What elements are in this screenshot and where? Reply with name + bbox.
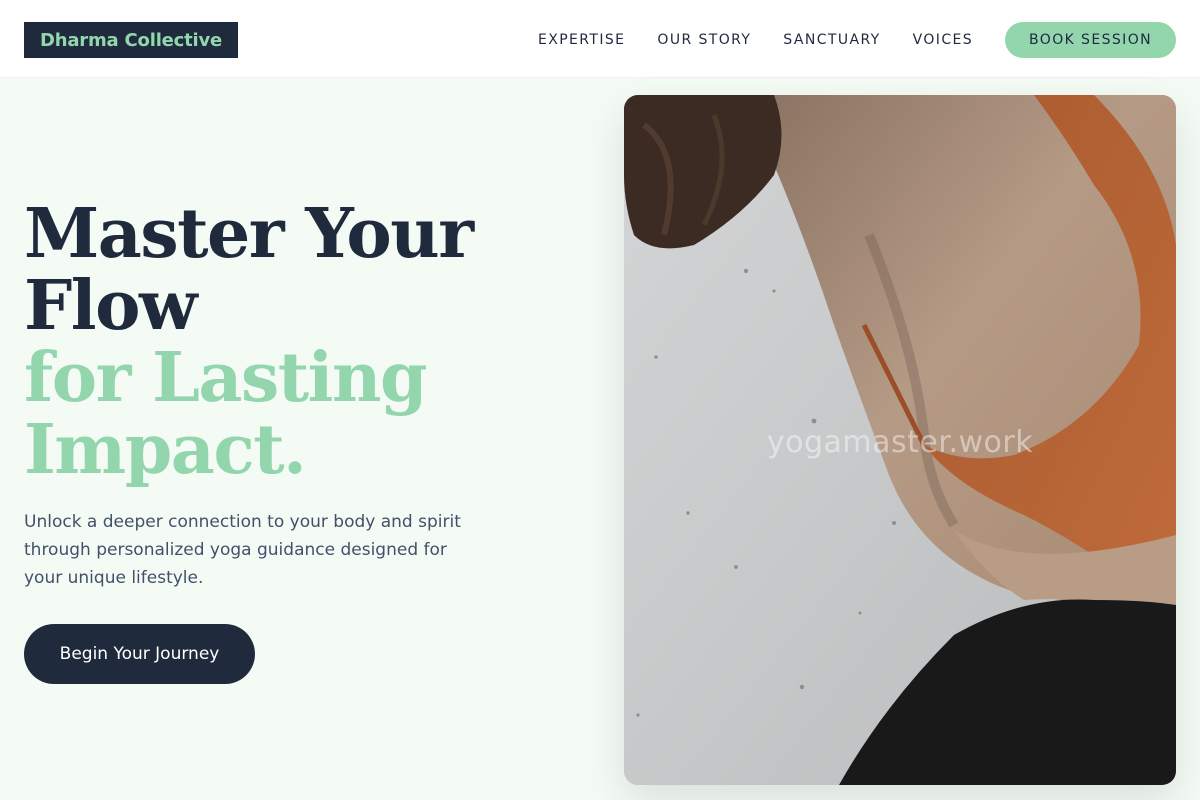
hero-title: Master Your Flow for Lasting Impact. <box>24 198 584 486</box>
hero-title-line-1: Master Your <box>24 194 474 274</box>
begin-journey-button[interactable]: Begin Your Journey <box>24 624 255 684</box>
nav-item-expertise[interactable]: EXPERTISE <box>538 32 625 48</box>
hero-image: yogamaster.work <box>624 95 1176 785</box>
hero-title-accent-line-1: for Lasting <box>24 338 428 418</box>
nav-item-sanctuary[interactable]: SANCTUARY <box>783 32 880 48</box>
site-header: Dharma Collective EXPERTISE OUR STORY SA… <box>0 0 1200 78</box>
hero-title-accent-line-2: Impact. <box>24 410 307 490</box>
brand-logo[interactable]: Dharma Collective <box>24 22 239 58</box>
book-session-button[interactable]: BOOK SESSION <box>1005 22 1176 58</box>
nav-item-our-story[interactable]: OUR STORY <box>657 32 751 48</box>
main-nav: EXPERTISE OUR STORY SANCTUARY VOICES BOO… <box>538 22 1176 58</box>
hero-description: Unlock a deeper connection to your body … <box>24 512 461 588</box>
hero-title-line-2: Flow <box>24 266 198 346</box>
nav-item-voices[interactable]: VOICES <box>913 32 973 48</box>
image-watermark: yogamaster.work <box>766 425 1034 460</box>
